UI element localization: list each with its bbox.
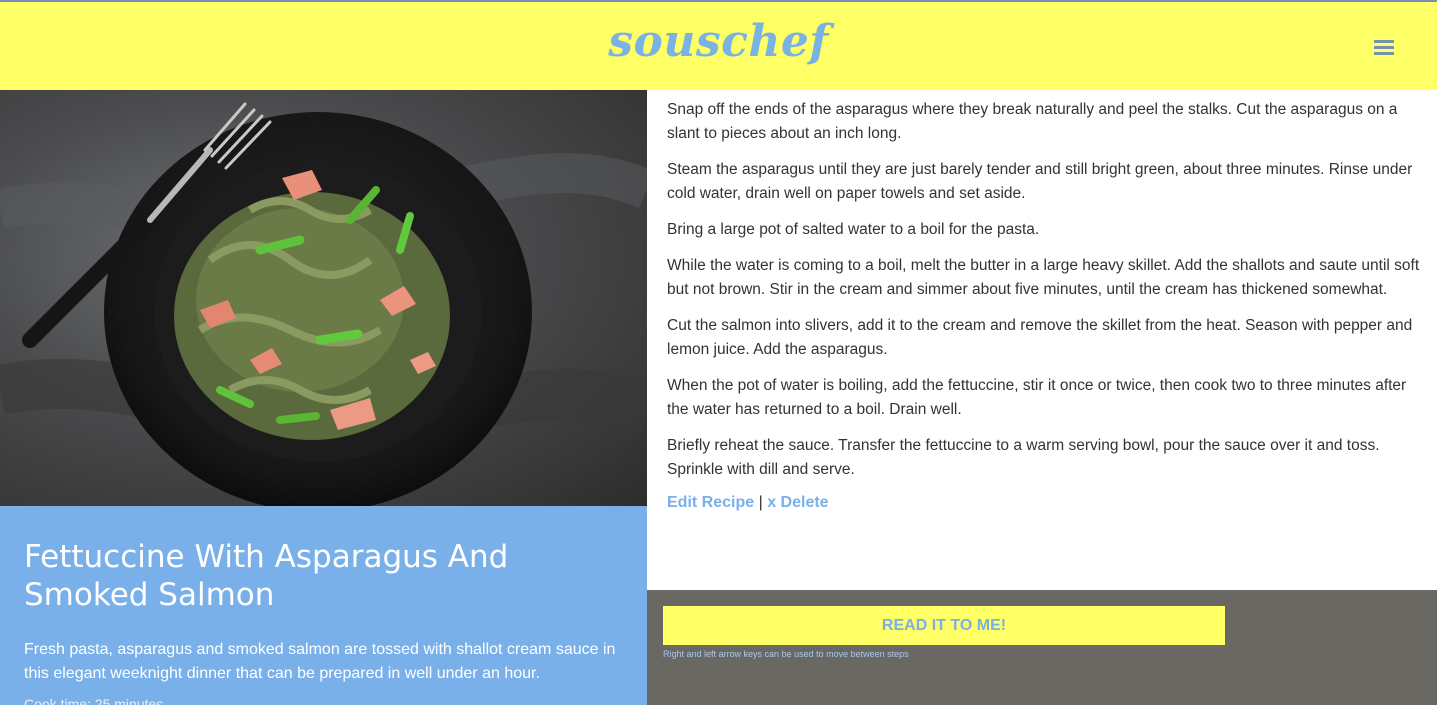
recipe-summary-panel: Fettuccine With Asparagus And Smoked Sal… xyxy=(0,90,647,705)
reader-bar: READ IT TO ME! Right and left arrow keys… xyxy=(647,590,1437,705)
edit-recipe-link[interactable]: Edit Recipe xyxy=(667,494,754,511)
recipe-info: Fettuccine With Asparagus And Smoked Sal… xyxy=(0,506,647,705)
app-header: souschef xyxy=(0,2,1437,90)
souschef-logo[interactable]: souschef xyxy=(0,16,1437,67)
recipe-step: While the water is coming to a boil, mel… xyxy=(667,257,1420,298)
delete-recipe-link[interactable]: x Delete xyxy=(767,494,828,511)
recipe-step: Briefly reheat the sauce. Transfer the f… xyxy=(667,437,1380,478)
hamburger-menu-icon[interactable] xyxy=(1372,40,1396,60)
menu-bar xyxy=(1374,40,1394,43)
recipe-meta: Cook time: 25 minutes xyxy=(24,696,164,705)
read-it-to-me-button[interactable]: READ IT TO ME! xyxy=(663,606,1225,645)
recipe-description: Fresh pasta, asparagus and smoked salmon… xyxy=(24,641,616,682)
recipe-title: Fettuccine With Asparagus And Smoked Sal… xyxy=(24,539,509,613)
menu-bar xyxy=(1374,52,1394,55)
recipe-step: Bring a large pot of salted water to a b… xyxy=(667,221,1040,238)
recipe-steps-panel: Snap off the ends of the asparagus where… xyxy=(647,90,1437,590)
recipe-actions: Edit Recipe | x Delete xyxy=(667,494,1421,512)
menu-bar xyxy=(1374,46,1394,49)
recipe-step: Steam the asparagus until they are just … xyxy=(667,161,1413,202)
recipe-step: When the pot of water is boiling, add th… xyxy=(667,377,1407,418)
recipe-step: Cut the salmon into slivers, add it to t… xyxy=(667,317,1413,358)
keyboard-hint: Right and left arrow keys can be used to… xyxy=(663,649,909,659)
actions-separator: | xyxy=(758,494,763,511)
recipe-step: Snap off the ends of the asparagus where… xyxy=(667,101,1398,142)
recipe-photo xyxy=(0,90,647,506)
